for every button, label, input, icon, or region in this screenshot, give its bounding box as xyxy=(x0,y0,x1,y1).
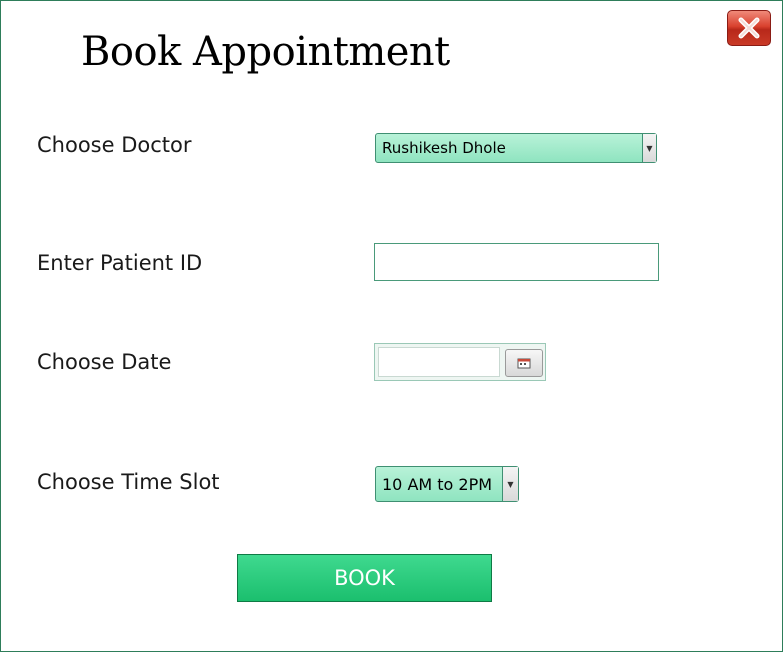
patient-id-label: Enter Patient ID xyxy=(37,251,203,275)
page-title: Book Appointment xyxy=(81,29,450,75)
patient-id-input[interactable] xyxy=(374,243,659,281)
choose-date-label: Choose Date xyxy=(37,350,172,374)
choose-time-slot-label: Choose Time Slot xyxy=(37,470,220,494)
book-appointment-window: Book Appointment Choose Doctor Rushikesh… xyxy=(0,0,783,652)
chevron-down-icon[interactable]: ▼ xyxy=(502,467,518,501)
date-input[interactable] xyxy=(378,347,500,377)
time-slot-dropdown[interactable]: 10 AM to 2PM ▼ xyxy=(375,466,519,502)
date-picker-button[interactable] xyxy=(505,349,543,377)
calendar-icon xyxy=(517,354,531,373)
time-slot-dropdown-value: 10 AM to 2PM xyxy=(382,474,493,494)
chevron-down-icon[interactable]: ▼ xyxy=(642,134,656,162)
choose-doctor-label: Choose Doctor xyxy=(37,133,192,157)
doctor-dropdown-value: Rushikesh Dhole xyxy=(382,139,506,157)
close-button[interactable] xyxy=(727,10,771,46)
close-icon xyxy=(736,17,762,39)
date-picker xyxy=(374,343,546,381)
doctor-dropdown[interactable]: Rushikesh Dhole ▼ xyxy=(375,133,657,163)
book-button[interactable]: BOOK xyxy=(237,554,492,602)
